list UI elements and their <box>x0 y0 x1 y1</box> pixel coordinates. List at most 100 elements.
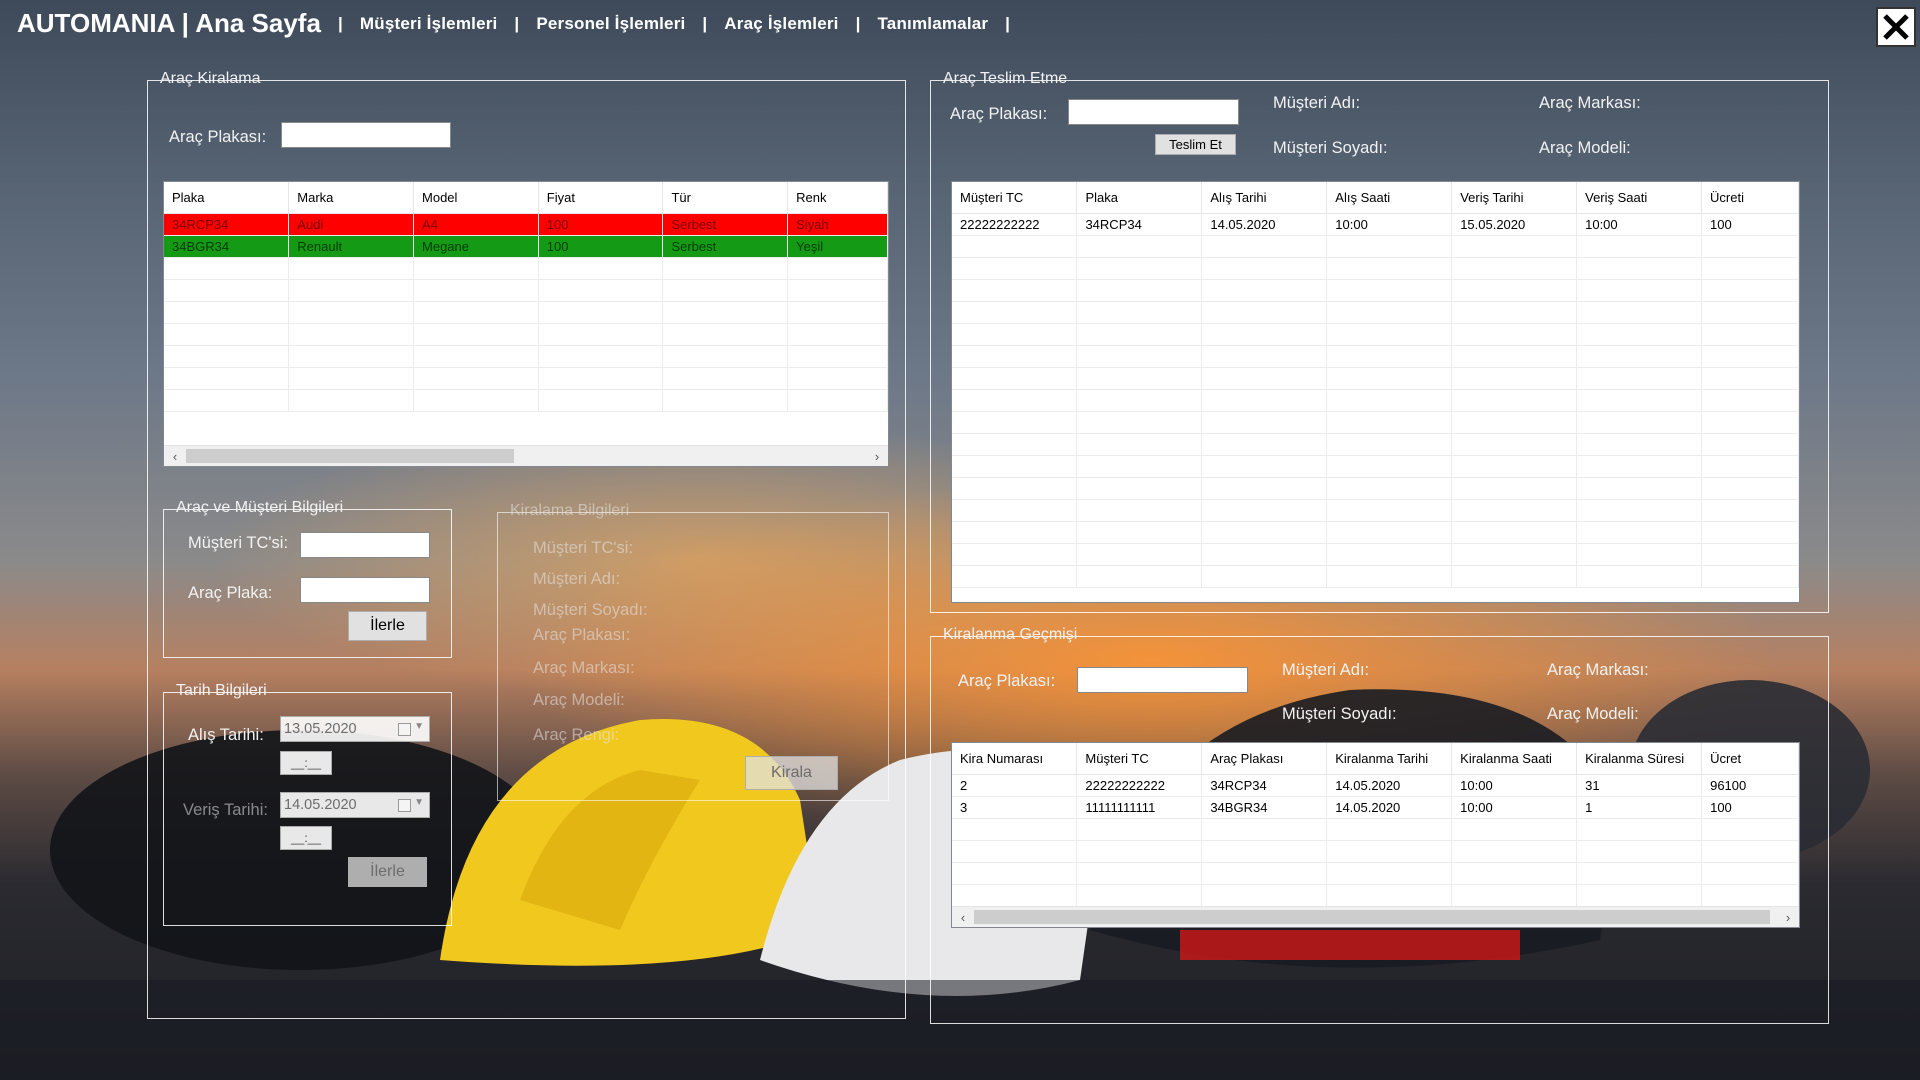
detail-color-label: Araç Rengi: <box>533 726 620 744</box>
col-model[interactable]: Model <box>413 182 539 214</box>
col-plaka[interactable]: Plaka <box>164 182 290 214</box>
empty-row <box>952 345 1799 368</box>
scroll-right-icon[interactable]: › <box>868 447 886 465</box>
table-row[interactable]: 2 22222222222 34RCP34 14.05.2020 10:00 3… <box>952 774 1799 797</box>
col-marka[interactable]: Marka <box>288 182 415 214</box>
pickup-time-input[interactable]: __:__ <box>280 751 332 775</box>
col-fiyat[interactable]: Fiyat <box>538 182 664 214</box>
car-plate-input[interactable] <box>300 577 430 603</box>
cell[interactable]: 14.05.2020 <box>1326 796 1453 819</box>
col-ucreti[interactable]: Ücreti <box>1701 182 1799 214</box>
detail-tc-label: Müşteri TC'si: <box>533 539 634 557</box>
col-kira-numarasi[interactable]: Kira Numarası <box>952 743 1078 775</box>
cell[interactable]: 2 <box>952 774 1078 797</box>
cell[interactable]: 100 <box>538 213 664 236</box>
dates-next-button[interactable]: İlerle <box>348 857 427 887</box>
cell[interactable]: 96100 <box>1701 774 1799 797</box>
table-row[interactable]: 3 11111111111 34BGR34 14.05.2020 10:00 1… <box>952 796 1799 819</box>
cell[interactable]: 11111111111 <box>1076 796 1203 819</box>
cell[interactable]: Megane <box>413 235 539 258</box>
empty-row <box>164 367 888 390</box>
menu-personel-islemleri[interactable]: Personel İşlemleri <box>536 14 685 33</box>
chevron-down-icon[interactable]: ▼ <box>414 721 424 732</box>
calendar-icon[interactable] <box>398 723 411 736</box>
cell[interactable]: 10:00 <box>1451 774 1578 797</box>
col-renk[interactable]: Renk <box>787 182 888 214</box>
return-time-input[interactable]: __:__ <box>280 826 332 850</box>
cell[interactable]: Audi <box>288 213 415 236</box>
table-row[interactable]: 34BGR34 Renault Megane 100 Serbest Yeşil <box>164 235 888 258</box>
cell[interactable]: 15.05.2020 <box>1451 213 1578 236</box>
history-table: Kira Numarası Müşteri TC Araç Plakası Ki… <box>952 743 1799 907</box>
cars-hscrollbar[interactable]: ‹ › <box>164 445 888 466</box>
cell[interactable]: 10:00 <box>1451 796 1578 819</box>
table-row[interactable]: 22222222222 34RCP34 14.05.2020 10:00 15.… <box>952 213 1799 236</box>
cell[interactable]: 14.05.2020 <box>1201 213 1328 236</box>
scroll-thumb[interactable] <box>974 910 1770 924</box>
col-veris-tarihi[interactable]: Veriş Tarihi <box>1451 182 1578 214</box>
empty-row <box>952 433 1799 456</box>
rent-plate-input[interactable] <box>281 122 451 148</box>
customer-tc-input[interactable] <box>300 532 430 558</box>
cell[interactable]: 10:00 <box>1326 213 1453 236</box>
cell[interactable]: 3 <box>952 796 1078 819</box>
col-musteri-tc[interactable]: Müşteri TC <box>1076 743 1203 775</box>
return-date-picker[interactable]: 14.05.2020 ▼ <box>280 792 430 818</box>
cell[interactable]: 34BGR34 <box>164 235 290 258</box>
scroll-left-icon[interactable]: ‹ <box>166 447 184 465</box>
calendar-icon[interactable] <box>398 799 411 812</box>
col-alis-saati[interactable]: Alış Saati <box>1326 182 1453 214</box>
info-next-button[interactable]: İlerle <box>348 611 427 641</box>
cars-grid[interactable]: Plaka Marka Model Fiyat Tür Renk 34RCP34… <box>163 181 889 467</box>
table-row[interactable]: 34RCP34 Audi A4 100 Serbest Siyah <box>164 213 888 236</box>
col-tur[interactable]: Tür <box>662 182 789 214</box>
col-musteri-tc[interactable]: Müşteri TC <box>952 182 1078 214</box>
cell[interactable]: 22222222222 <box>1076 774 1203 797</box>
col-ucret[interactable]: Ücret <box>1701 743 1799 775</box>
cell[interactable]: 34BGR34 <box>1201 796 1328 819</box>
col-kiralanma-tarihi[interactable]: Kiralanma Tarihi <box>1326 743 1453 775</box>
cell[interactable]: Serbest <box>662 213 789 236</box>
cell[interactable]: 34RCP34 <box>1201 774 1328 797</box>
cell[interactable]: 34RCP34 <box>1076 213 1203 236</box>
col-kiralanma-saati[interactable]: Kiralanma Saati <box>1451 743 1578 775</box>
scroll-left-icon[interactable]: ‹ <box>954 908 972 926</box>
col-plaka[interactable]: Plaka <box>1076 182 1203 214</box>
cell[interactable]: 22222222222 <box>952 213 1078 236</box>
cell[interactable]: Serbest <box>662 235 789 258</box>
close-button[interactable] <box>1876 7 1916 47</box>
delivery-plate-input[interactable] <box>1068 99 1239 125</box>
cell[interactable]: 100 <box>1701 213 1799 236</box>
cell[interactable]: 31 <box>1576 774 1703 797</box>
cell[interactable]: 1 <box>1576 796 1703 819</box>
cell[interactable]: 100 <box>1701 796 1799 819</box>
col-kiralanma-suresi[interactable]: Kiralanma Süresi <box>1576 743 1703 775</box>
scroll-right-icon[interactable]: › <box>1779 908 1797 926</box>
col-arac-plakasi[interactable]: Araç Plakası <box>1201 743 1328 775</box>
chevron-down-icon[interactable]: ▼ <box>414 797 424 808</box>
scroll-thumb[interactable] <box>186 449 514 463</box>
cars-table: Plaka Marka Model Fiyat Tür Renk 34RCP34… <box>164 182 888 412</box>
cell[interactable]: Siyah <box>787 213 888 236</box>
cell[interactable]: 34RCP34 <box>164 213 290 236</box>
empty-row <box>164 279 888 302</box>
menu-musteri-islemleri[interactable]: Müşteri İşlemleri <box>360 14 498 33</box>
cell[interactable]: 100 <box>538 235 664 258</box>
delivery-grid[interactable]: Müşteri TC Plaka Alış Tarihi Alış Saati … <box>951 181 1800 603</box>
rent-button[interactable]: Kirala <box>745 756 838 790</box>
menu-tanimlamalar[interactable]: Tanımlamalar <box>877 14 988 33</box>
cell[interactable]: A4 <box>413 213 539 236</box>
col-alis-tarihi[interactable]: Alış Tarihi <box>1201 182 1328 214</box>
history-grid[interactable]: Kira Numarası Müşteri TC Araç Plakası Ki… <box>951 742 1800 928</box>
cell[interactable]: 14.05.2020 <box>1326 774 1453 797</box>
cell[interactable]: Renault <box>288 235 415 258</box>
menu-arac-islemleri[interactable]: Araç İşlemleri <box>724 14 838 33</box>
deliver-button[interactable]: Teslim Et <box>1155 134 1236 155</box>
history-hscrollbar[interactable]: ‹ › <box>952 906 1799 927</box>
col-veris-saati[interactable]: Veriş Saati <box>1576 182 1703 214</box>
cell[interactable]: Yeşil <box>787 235 888 258</box>
history-customer-surname-label: Müşteri Soyadı: <box>1282 705 1397 723</box>
history-plate-input[interactable] <box>1077 667 1248 693</box>
pickup-date-picker[interactable]: 13.05.2020 ▼ <box>280 716 430 742</box>
cell[interactable]: 10:00 <box>1576 213 1703 236</box>
